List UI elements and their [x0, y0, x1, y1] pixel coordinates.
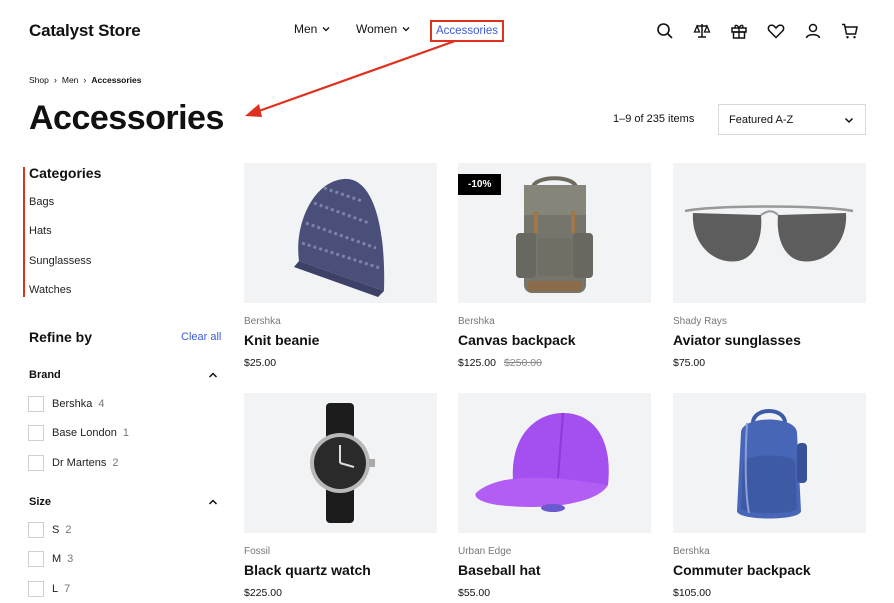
product-brand: Bershka — [244, 316, 281, 327]
product-name[interactable]: Baseball hat — [458, 562, 651, 578]
sunglasses-image — [684, 205, 854, 262]
product-image[interactable] — [458, 393, 651, 533]
checkbox[interactable] — [28, 425, 44, 441]
product-price: $55.00 — [458, 587, 491, 599]
breadcrumb-separator-icon: › — [53, 75, 57, 85]
product-brand: Fossil — [244, 546, 271, 557]
discount-badge: -10% — [458, 174, 502, 195]
chevron-down-icon — [844, 117, 854, 123]
brand-option-bershka[interactable]: Bershka 4 — [28, 396, 104, 412]
product-card[interactable]: Bershka Commuter backpack $105.00 — [673, 393, 866, 599]
breadcrumb-separator-icon: › — [83, 75, 87, 85]
search-icon[interactable] — [655, 21, 675, 41]
breadcrumb: Shop › Men › Accessories — [29, 75, 142, 85]
option-label: Base London — [52, 427, 117, 439]
option-count: 4 — [98, 398, 105, 410]
product-price: $75.00 — [673, 357, 706, 369]
compare-icon[interactable] — [692, 21, 712, 41]
product-price: $125.00 $250.00 — [458, 357, 651, 369]
option-count: 1 — [122, 427, 129, 439]
sort-select[interactable]: Featured A-Z — [718, 104, 866, 135]
product-image[interactable]: -10% — [458, 163, 651, 303]
page-title: Accessories — [29, 99, 224, 137]
nav-women[interactable]: Women — [356, 22, 411, 36]
product-name[interactable]: Aviator sunglasses — [673, 332, 866, 348]
category-watches[interactable]: Watches — [29, 284, 71, 296]
product-name[interactable]: Black quartz watch — [244, 562, 437, 578]
chevron-up-icon[interactable] — [207, 496, 219, 508]
category-hats[interactable]: Hats — [29, 225, 52, 237]
product-brand: Urban Edge — [458, 546, 512, 557]
heart-icon[interactable] — [766, 21, 786, 41]
product-name[interactable]: Commuter backpack — [673, 562, 866, 578]
brand-facet-title[interactable]: Brand — [29, 369, 61, 381]
product-image[interactable] — [673, 393, 866, 533]
product-image[interactable] — [673, 163, 866, 303]
product-image[interactable] — [244, 393, 437, 533]
product-card[interactable]: Bershka Knit beanie $25.00 — [244, 163, 437, 369]
cart-icon[interactable] — [840, 21, 860, 41]
option-label: S — [52, 524, 60, 536]
account-icon[interactable] — [803, 21, 823, 41]
option-label: Bershka — [52, 398, 93, 410]
baseball-hat-image — [475, 412, 609, 512]
checkbox[interactable] — [28, 551, 44, 567]
option-label: L — [52, 583, 59, 595]
product-brand: Bershka — [458, 316, 495, 327]
option-count: 2 — [65, 524, 72, 536]
product-brand: Bershka — [673, 546, 710, 557]
product-card[interactable]: Urban Edge Baseball hat $55.00 — [458, 393, 651, 599]
chevron-down-icon — [402, 27, 410, 32]
breadcrumb-accessories: Accessories — [91, 75, 142, 85]
commuter-backpack-image — [737, 409, 807, 519]
option-label: Dr Martens — [52, 457, 107, 469]
product-card[interactable]: -10% Bershka Canvas backpack $125.00 $250… — [458, 163, 651, 369]
chevron-up-icon[interactable] — [207, 369, 219, 381]
clear-all-link[interactable]: Clear all — [181, 331, 221, 343]
breadcrumb-men[interactable]: Men — [62, 75, 79, 85]
product-name[interactable]: Knit beanie — [244, 332, 437, 348]
product-price: $105.00 — [673, 587, 711, 599]
checkbox[interactable] — [28, 522, 44, 538]
category-sunglasses[interactable]: Sunglassess — [29, 255, 91, 267]
refine-title: Refine by — [29, 329, 93, 345]
nav-women-label: Women — [356, 22, 398, 36]
size-facet-title[interactable]: Size — [29, 496, 51, 508]
watch-image — [310, 403, 375, 523]
option-label: M — [52, 553, 62, 565]
option-count: 3 — [67, 553, 74, 565]
original-price: $250.00 — [503, 357, 542, 369]
product-brand: Shady Rays — [673, 316, 727, 327]
nav-accessories[interactable]: Accessories — [430, 20, 504, 42]
beanie-image — [294, 178, 385, 297]
breadcrumb-shop[interactable]: Shop — [29, 75, 49, 85]
checkbox[interactable] — [28, 396, 44, 412]
nav-men[interactable]: Men — [294, 22, 331, 36]
sort-select-value: Featured A-Z — [729, 113, 794, 126]
product-price: $25.00 — [244, 357, 277, 369]
categories-title: Categories — [29, 165, 102, 181]
product-card[interactable]: Shady Rays Aviator sunglasses $75.00 — [673, 163, 866, 369]
chevron-down-icon — [322, 27, 330, 32]
brand-option-base-london[interactable]: Base London 1 — [28, 425, 129, 441]
store-logo[interactable]: Catalyst Store — [29, 21, 141, 41]
size-option-m[interactable]: M 3 — [28, 551, 73, 567]
size-option-l[interactable]: L 7 — [28, 581, 70, 597]
product-image[interactable] — [244, 163, 437, 303]
current-price: $125.00 — [458, 357, 496, 369]
nav-men-label: Men — [294, 22, 318, 36]
checkbox[interactable] — [28, 455, 44, 471]
category-bags[interactable]: Bags — [29, 196, 54, 208]
product-price: $225.00 — [244, 587, 282, 599]
item-count: 1–9 of 235 items — [613, 113, 695, 125]
brand-option-dr-martens[interactable]: Dr Martens 2 — [28, 455, 119, 471]
gift-icon[interactable] — [729, 21, 749, 41]
product-name[interactable]: Canvas backpack — [458, 332, 651, 348]
option-count: 7 — [64, 583, 71, 595]
categories-highlight-bar — [23, 167, 25, 297]
option-count: 2 — [112, 457, 119, 469]
size-option-s[interactable]: S 2 — [28, 522, 71, 538]
checkbox[interactable] — [28, 581, 44, 597]
product-card[interactable]: Fossil Black quartz watch $225.00 — [244, 393, 437, 599]
